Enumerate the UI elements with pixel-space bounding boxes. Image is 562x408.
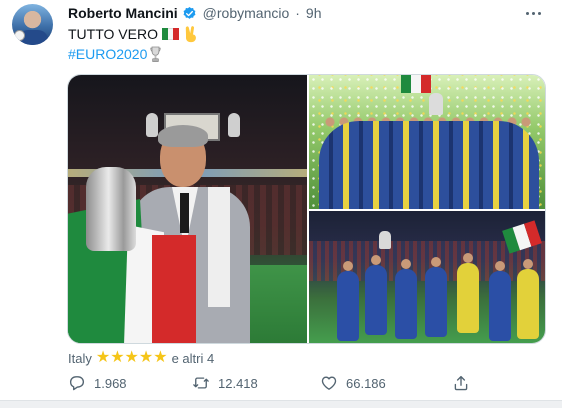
liked-by-row[interactable]: Italy ★ ★ ★ ★ ★ e altri 4 [68,349,214,367]
star-icon: ★ [110,349,125,366]
coach-scarf [208,187,230,307]
avatar-ball [14,30,25,41]
player [365,265,387,335]
star-icon: ★ [95,349,111,366]
tweet-text: TUTTO VERO [68,26,158,42]
star-icon: ★ [153,349,168,366]
star-icon: ★ [124,349,139,366]
bottom-border [0,400,562,408]
photo-players-with-trophy[interactable] [309,211,545,343]
tweet-text-line2: #EURO2020 [68,45,161,63]
italy-flag-icon [161,28,179,40]
reply-button[interactable]: 1.968 [68,372,127,394]
player [395,269,417,339]
star-icon: ★ [138,349,154,366]
share-icon [454,375,468,391]
coach-tie [180,193,189,233]
player-head [523,259,533,269]
player-head [495,261,505,271]
player [337,271,359,341]
stars-rating: ★ ★ ★ ★ ★ [96,350,168,366]
media-grid [67,74,546,344]
raised-trophy [429,93,443,115]
photo-mancini-with-trophy[interactable] [68,75,307,343]
players-group [319,121,539,209]
author-handle[interactable]: @robymancio [203,5,290,21]
trophy-icon [150,46,161,62]
coach-hair [158,125,208,147]
player-head [431,257,441,267]
retweet-icon [193,377,209,389]
tweet-card[interactable]: Roberto Mancini @robymancio · 9h TUTTO V… [0,0,562,408]
victory-hand-icon [185,26,196,43]
team-flag [401,75,431,93]
tweet-time[interactable]: 9h [306,5,322,21]
goalkeeper [457,263,479,333]
author-name[interactable]: Roberto Mancini [68,5,178,21]
author-avatar[interactable] [12,4,53,45]
retweet-button[interactable]: 12.418 [192,372,258,394]
player-head [463,253,473,263]
hashtag-link[interactable]: #EURO2020 [68,45,147,63]
like-icon [321,376,337,390]
player-yellow [517,269,539,339]
action-bar: 1.968 12.418 66.186 [68,372,468,394]
player-head [401,259,411,269]
trophy-banner-left [146,113,158,137]
like-button[interactable]: 66.186 [320,372,386,394]
player [489,271,511,341]
player-head [343,261,353,271]
trophy-banner-right [228,113,240,137]
italian-flag-red [152,235,196,343]
like-count: 66.186 [346,375,386,391]
player-head [371,255,381,265]
lifted-trophy [379,231,391,249]
reply-icon [69,376,85,391]
reply-count: 1.968 [94,375,127,391]
retweet-count: 12.418 [218,375,258,391]
liked-by-suffix: e altri 4 [171,350,215,366]
tweet-text-line1: TUTTO VERO [68,25,199,43]
euro-trophy [86,167,136,251]
photo-team-celebration[interactable] [309,75,545,209]
player [425,267,447,337]
tweet-header: Roberto Mancini @robymancio · 9h [68,5,322,21]
verified-badge-icon [183,6,196,19]
liked-by-prefix: Italy [68,350,92,366]
share-button[interactable] [452,372,470,394]
more-options-icon[interactable] [522,5,544,21]
header-separator: · [295,5,300,21]
